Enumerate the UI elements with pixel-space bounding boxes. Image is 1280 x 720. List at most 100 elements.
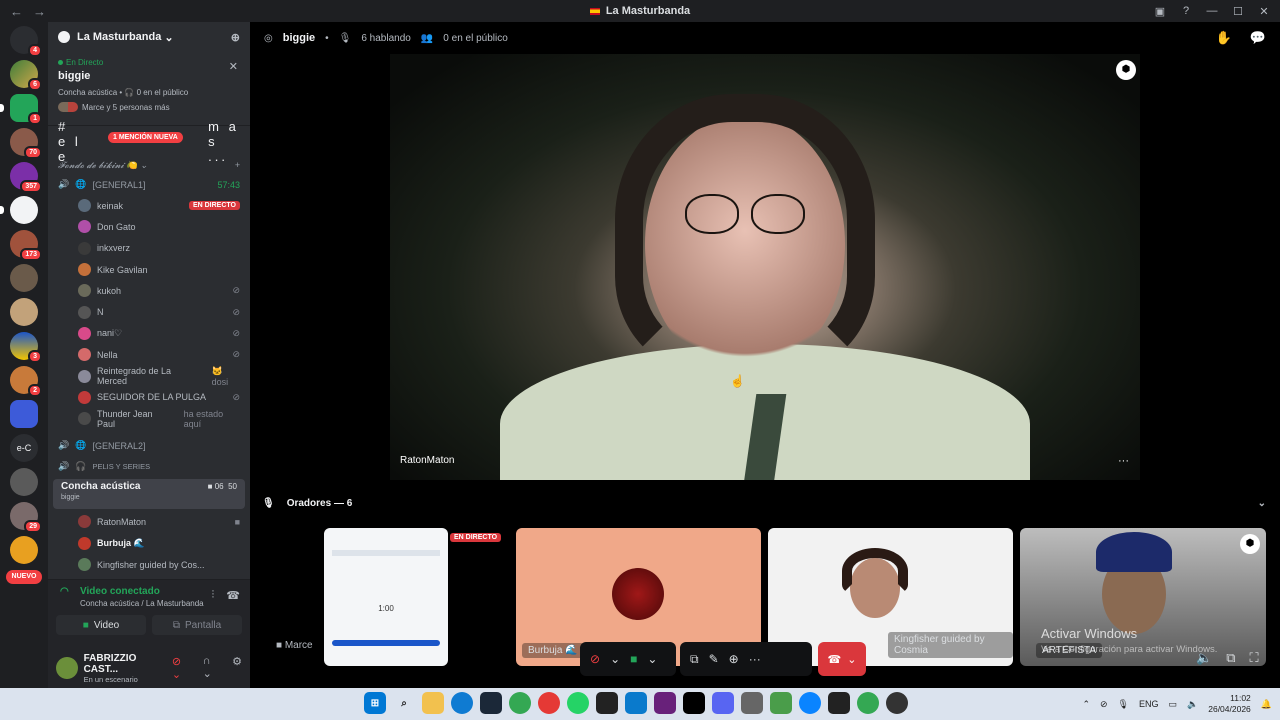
mic-icon[interactable]: 🎙	[1118, 699, 1129, 710]
voice-user[interactable]: Thunder Jean Paul ha estado aquí	[48, 408, 250, 429]
settings-icon[interactable]	[741, 692, 763, 714]
maximize-button[interactable]: ☐	[1228, 5, 1248, 18]
video-button[interactable]: ■ Video	[56, 615, 146, 635]
opera-icon[interactable]	[538, 692, 560, 714]
fullscreen-icon[interactable]: ⛶	[1249, 650, 1258, 666]
voice-user[interactable]: N ⊘	[48, 301, 250, 322]
live-stage-card[interactable]: En Directo biggie Concha acústica • 🎧 0 …	[48, 52, 250, 126]
notification-bell-icon[interactable]: 🔔	[1261, 699, 1272, 710]
sound-wave-icon[interactable]: ⫶	[212, 589, 215, 602]
voice-user[interactable]: kukoh ⊘	[48, 280, 250, 301]
server-icon[interactable]	[10, 298, 38, 326]
file-explorer-icon[interactable]	[422, 692, 444, 714]
close-icon[interactable]: ✕	[229, 60, 238, 73]
invite-people-icon[interactable]: ⊕	[729, 652, 739, 666]
visual-studio-icon[interactable]	[654, 692, 676, 714]
server-icon[interactable]	[10, 468, 38, 496]
voice-user[interactable]: keinak EN DIRECTO	[48, 195, 250, 216]
windows-start-icon[interactable]: ⊞	[364, 692, 386, 714]
server-icon[interactable]	[10, 400, 38, 428]
clock[interactable]: 11:02 26/04/2026	[1208, 693, 1251, 715]
chat-icon[interactable]: 💬	[1250, 30, 1266, 46]
new-mention-badge[interactable]: 1 MENCIÓN NUEVA	[108, 132, 183, 143]
server-icon[interactable]: 1	[0, 94, 42, 125]
terminal-icon[interactable]	[828, 692, 850, 714]
display-icon[interactable]: ▭	[1169, 699, 1178, 710]
voice-user[interactable]: Don Gato	[48, 216, 250, 237]
request-speak-off-icon[interactable]: ✎	[709, 652, 719, 666]
voice-channel-general1[interactable]: 🔊 🌐 [GENERAL1] 57:43	[48, 174, 250, 195]
server-icon[interactable]: 357	[10, 162, 42, 193]
shield-icon[interactable]: ⬢	[1240, 534, 1260, 554]
raise-hand-icon[interactable]: ✋	[1216, 30, 1232, 46]
minimize-button[interactable]: —	[1202, 5, 1222, 17]
chevron-up-icon[interactable]: ⌃	[1082, 699, 1090, 710]
server-icon[interactable]	[10, 536, 38, 564]
search-icon[interactable]: ⌕	[393, 692, 415, 714]
edge-icon[interactable]	[451, 692, 473, 714]
screen-share-button[interactable]: ⧉ Pantalla	[152, 615, 242, 635]
close-window-button[interactable]: ✕	[1254, 5, 1274, 18]
muted-mic-icon[interactable]: ⊘ ⌄	[172, 655, 193, 681]
speakers-header[interactable]: 🎙 Oradores — 6 ⌄	[250, 492, 1280, 514]
chrome-icon[interactable]	[857, 692, 879, 714]
muted-mic-icon[interactable]: ⊘	[590, 652, 600, 666]
avatar[interactable]	[56, 657, 78, 679]
volume-icon[interactable]: 🔈	[1187, 699, 1198, 710]
server-icon[interactable]: 3	[10, 332, 42, 363]
voice-user[interactable]: Reintegrado de La Merced 🐱 dosi	[48, 365, 250, 387]
stage-channel-concha[interactable]: Concha acústica biggie ■ 06 50	[53, 479, 245, 510]
more-options-icon[interactable]: ···	[749, 652, 761, 666]
voice-user[interactable]: inkxverz	[48, 238, 250, 259]
app-icon[interactable]	[596, 692, 618, 714]
server-icon[interactable]	[0, 196, 38, 224]
chevron-down-icon[interactable]: ⌄	[1258, 498, 1266, 509]
network-off-icon[interactable]: ⊘	[1100, 699, 1108, 710]
voice-user[interactable]: SEGUIDOR DE LA PULGA ⊘	[48, 387, 250, 408]
server-icon[interactable]: e-C	[10, 434, 38, 462]
invite-people-icon[interactable]: ⊕	[231, 31, 240, 44]
help-icon[interactable]: ?	[1176, 5, 1196, 17]
server-header[interactable]: La Masturbanda ⌄ ⊕	[48, 22, 250, 52]
more-options-icon[interactable]: ···	[1118, 455, 1129, 467]
notepad-icon[interactable]	[770, 692, 792, 714]
discord-home-button[interactable]: 4	[10, 26, 42, 57]
voice-user[interactable]: nani♡ ⊘	[48, 323, 250, 344]
main-video-feed[interactable]	[390, 54, 1140, 480]
shield-icon[interactable]: ⬢	[1116, 60, 1136, 80]
discord-icon[interactable]	[712, 692, 734, 714]
disconnect-icon[interactable]: ☎	[226, 589, 240, 602]
server-icon[interactable]: 2	[10, 366, 42, 397]
inbox-icon[interactable]: ▣	[1150, 5, 1170, 18]
server-icon[interactable]: 70	[10, 128, 42, 159]
voice-channel-general2[interactable]: 🔊 🌐 [GENERAL2]	[48, 435, 250, 456]
server-icon[interactable]: 173	[10, 230, 42, 261]
whatsapp-icon[interactable]	[567, 692, 589, 714]
screen-share-tile[interactable]: 1:00	[324, 528, 448, 666]
leave-stage-button[interactable]: ☎ ⌄	[818, 642, 866, 676]
messenger-icon[interactable]	[799, 692, 821, 714]
steam-icon[interactable]	[480, 692, 502, 714]
popout-icon[interactable]: ⧉	[1226, 650, 1235, 666]
server-icon[interactable]	[10, 264, 38, 292]
app-icon[interactable]	[886, 692, 908, 714]
stage-user[interactable]: Burbuja 🌊	[48, 533, 250, 554]
voice-user[interactable]: Kike Gavilan	[48, 259, 250, 280]
gear-icon[interactable]: ⚙	[232, 655, 242, 681]
stage-user[interactable]: Kingfisher guided by Cos...	[48, 554, 250, 575]
vscode-icon[interactable]	[625, 692, 647, 714]
voice-channel-pelis[interactable]: 🔊 🎧 PELIS Y SERIES	[48, 456, 250, 477]
text-channel[interactable]: # e l e m a s ... 1 MENCIÓN NUEVA	[48, 119, 250, 164]
volume-icon[interactable]: 🔈	[1196, 650, 1212, 666]
server-icon[interactable]: 29	[10, 502, 42, 533]
voice-user[interactable]: Nella ⊘	[48, 344, 250, 365]
tiktok-icon[interactable]	[683, 692, 705, 714]
headphones-icon[interactable]: ∩ ⌄	[203, 655, 223, 681]
stage-user[interactable]: RatonMaton ■	[48, 511, 250, 532]
screen-share-icon[interactable]: ⧉	[690, 652, 699, 667]
server-icon[interactable]: 6	[10, 60, 42, 91]
chevron-down-icon[interactable]: ⌄	[610, 652, 620, 666]
video-camera-icon[interactable]: ■	[630, 652, 637, 666]
chevron-down-icon[interactable]: ⌄	[647, 652, 657, 666]
chrome-icon[interactable]	[509, 692, 531, 714]
